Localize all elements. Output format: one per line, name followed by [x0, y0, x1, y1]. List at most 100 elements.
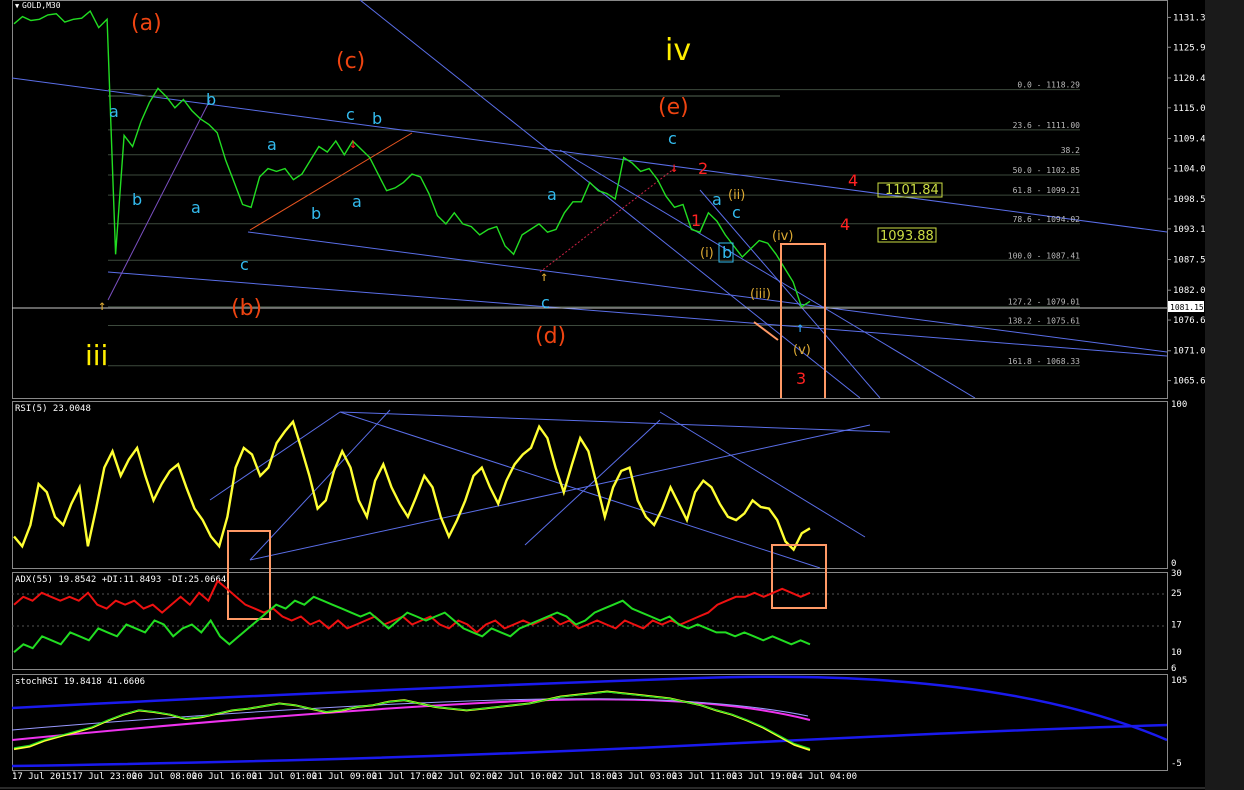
time-tick-label: 21 Jul 09:00 [312, 772, 377, 782]
price-tick-label: 1098.50 [1173, 195, 1205, 205]
wave-label-cyan-7: a [191, 198, 201, 217]
price-tick-label: 1076.60 [1173, 316, 1205, 326]
wave-label-a-orange: (a) [131, 11, 162, 36]
wave-label-iii: iii [85, 339, 108, 372]
wave-label-cyan-6: a [267, 135, 277, 154]
price-box-lower-label: 1093.88 [880, 229, 934, 244]
wave-label-red-2: 2 [698, 159, 708, 178]
wave-label-cyan-5: b [372, 109, 382, 128]
time-tick-label: 24 Jul 04:00 [792, 772, 857, 782]
down-arrow-marker-2: ↓ [670, 160, 678, 176]
highlight-box-price [780, 243, 826, 398]
price-tick-label: 1120.40 [1173, 74, 1205, 84]
stoch-signal-magenta [12, 698, 811, 741]
price-tick-label: 1071.05 [1173, 347, 1205, 357]
wave-label-v: (v) [793, 343, 811, 358]
wave-label-cyan-9: a [352, 192, 362, 211]
adx-panel-frame [12, 572, 1168, 670]
fib-label: 23.6 - 1111.00 [1013, 121, 1081, 130]
wave-label-cyan-14: c [668, 129, 677, 148]
wave-label-cyan-10: c [240, 255, 249, 274]
price-tick-label: 1125.95 [1173, 43, 1205, 53]
panel-frames [12, 0, 1168, 771]
chart-canvas[interactable]: 1101.84 1093.88 0.0 - 1118.29 23.6 - 1111… [0, 0, 1205, 790]
rsi-trend-1 [209, 411, 341, 501]
right-blank-area [1205, 0, 1244, 790]
symbol-label: GOLD,M30 [22, 1, 61, 10]
wave-label-cyan-8: b [311, 204, 321, 223]
adx-axis: 30 25 17 10 6 [1171, 569, 1182, 674]
wave-label-cyan-4: c [346, 105, 355, 124]
adx-tick-label: 30 [1171, 569, 1182, 579]
rsi-trend-3 [249, 424, 871, 561]
symbol-dropdown-icon[interactable]: ▼ [15, 2, 20, 10]
wave-label-cyan-15: a [712, 190, 722, 209]
adx-label: ADX(55) 19.8542 +DI:11.8493 -DI:25.0664 [15, 575, 226, 585]
adx-tick-label: 10 [1171, 648, 1182, 658]
fib-label: 78.6 - 1094.02 [1013, 215, 1081, 224]
stochrsi-panel [12, 675, 1167, 768]
fib-label: 127.2 - 1079.01 [1008, 298, 1080, 307]
highlight-box-rsi-right [771, 544, 827, 609]
time-tick-label: 21 Jul 17:00 [372, 772, 437, 782]
up-arrow-marker-3: ↑ [796, 320, 804, 336]
fib-label: 61.8 - 1099.21 [1013, 186, 1081, 195]
time-tick-label: 23 Jul 11:00 [672, 772, 737, 782]
wave-label-ii: (ii) [728, 188, 745, 203]
price-tick-label: 1131.35 [1173, 13, 1205, 23]
rsi-tick-label: 100 [1171, 400, 1187, 410]
time-tick-label: 17 Jul 23:00 [72, 772, 137, 782]
wave-label-cyan-11: a [547, 185, 557, 204]
stochrsi-tick-label: -5 [1171, 759, 1182, 769]
rsi-trend-6 [659, 411, 866, 538]
stochrsi-axis: 105 -5 [1171, 676, 1187, 769]
trend-line-steep-3 [699, 189, 881, 398]
wave-label-iv-small: (iv) [772, 229, 793, 244]
wave-label-d-orange: (d) [535, 324, 566, 349]
rsi-label: RSI(5) 23.0048 [15, 404, 91, 414]
wave-label-red-1: 1 [691, 211, 701, 230]
stochrsi-panel-frame [12, 674, 1168, 771]
time-tick-label: 22 Jul 10:00 [492, 772, 557, 782]
wave-label-b-orange: (b) [231, 296, 262, 321]
time-tick-label: 23 Jul 03:00 [612, 772, 677, 782]
price-tick-label: 1104.05 [1173, 164, 1205, 174]
time-tick-label: 17 Jul 2015 [12, 772, 72, 782]
price-tick-label: 1082.00 [1173, 286, 1205, 296]
adx-panel [12, 579, 1167, 653]
time-tick-label: 21 Jul 01:00 [252, 772, 317, 782]
wave-label-c-orange: (c) [336, 49, 365, 74]
up-arrow-marker-2: ↑ [540, 269, 548, 285]
time-tick-label: 20 Jul 08:00 [132, 772, 197, 782]
price-tick-label: 1065.65 [1173, 377, 1205, 387]
trend-line-lower [107, 271, 1167, 357]
time-tick-label: 20 Jul 16:00 [192, 772, 257, 782]
price-tick-label: 1087.55 [1173, 256, 1205, 266]
wave-labels: (a) (c) (e) (b) (d) iv iii a b b c b a a… [85, 11, 858, 388]
wave-label-red-4a: 4 [848, 171, 858, 190]
wave-label-cyan-3: b [132, 190, 142, 209]
time-tick-label: 23 Jul 19:00 [732, 772, 797, 782]
price-tick-label: 1093.10 [1173, 225, 1205, 235]
fib-label: 161.8 - 1068.33 [1008, 357, 1080, 366]
time-tick-label: 22 Jul 18:00 [552, 772, 617, 782]
wave-label-iii-small: (iii) [750, 287, 771, 302]
fib-label: 0.0 - 1118.29 [1017, 81, 1080, 90]
wave-label-cyan-2: b [206, 90, 216, 109]
rsi-trend-5 [339, 411, 821, 568]
current-price-label: 1081.15 [1170, 303, 1204, 312]
adx-tick-label: 6 [1171, 664, 1176, 674]
down-arrow-marker-1: ↓ [349, 136, 357, 152]
wave-label-cyan-1: a [109, 102, 119, 121]
rsi-trend-7 [524, 419, 661, 546]
wave-label-cyan-13: b [722, 243, 732, 262]
rsi-tick-label: 0 [1171, 559, 1176, 569]
stochrsi-label: stochRSI 19.8418 41.6606 [15, 677, 145, 687]
time-axis: 17 Jul 2015 17 Jul 23:0020 Jul 08:0020 Ju… [12, 770, 857, 782]
up-arrow-marker-1: ↑ [98, 298, 106, 314]
wave-label-i: (i) [700, 246, 714, 261]
adx-tick-label: 17 [1171, 620, 1182, 630]
rsi-axis: 100 0 [1171, 400, 1187, 569]
adx-series-line [13, 579, 811, 634]
fibonacci-labels: 0.0 - 1118.29 23.6 - 1111.00 38.2 50.0 - 11… [1008, 81, 1080, 366]
